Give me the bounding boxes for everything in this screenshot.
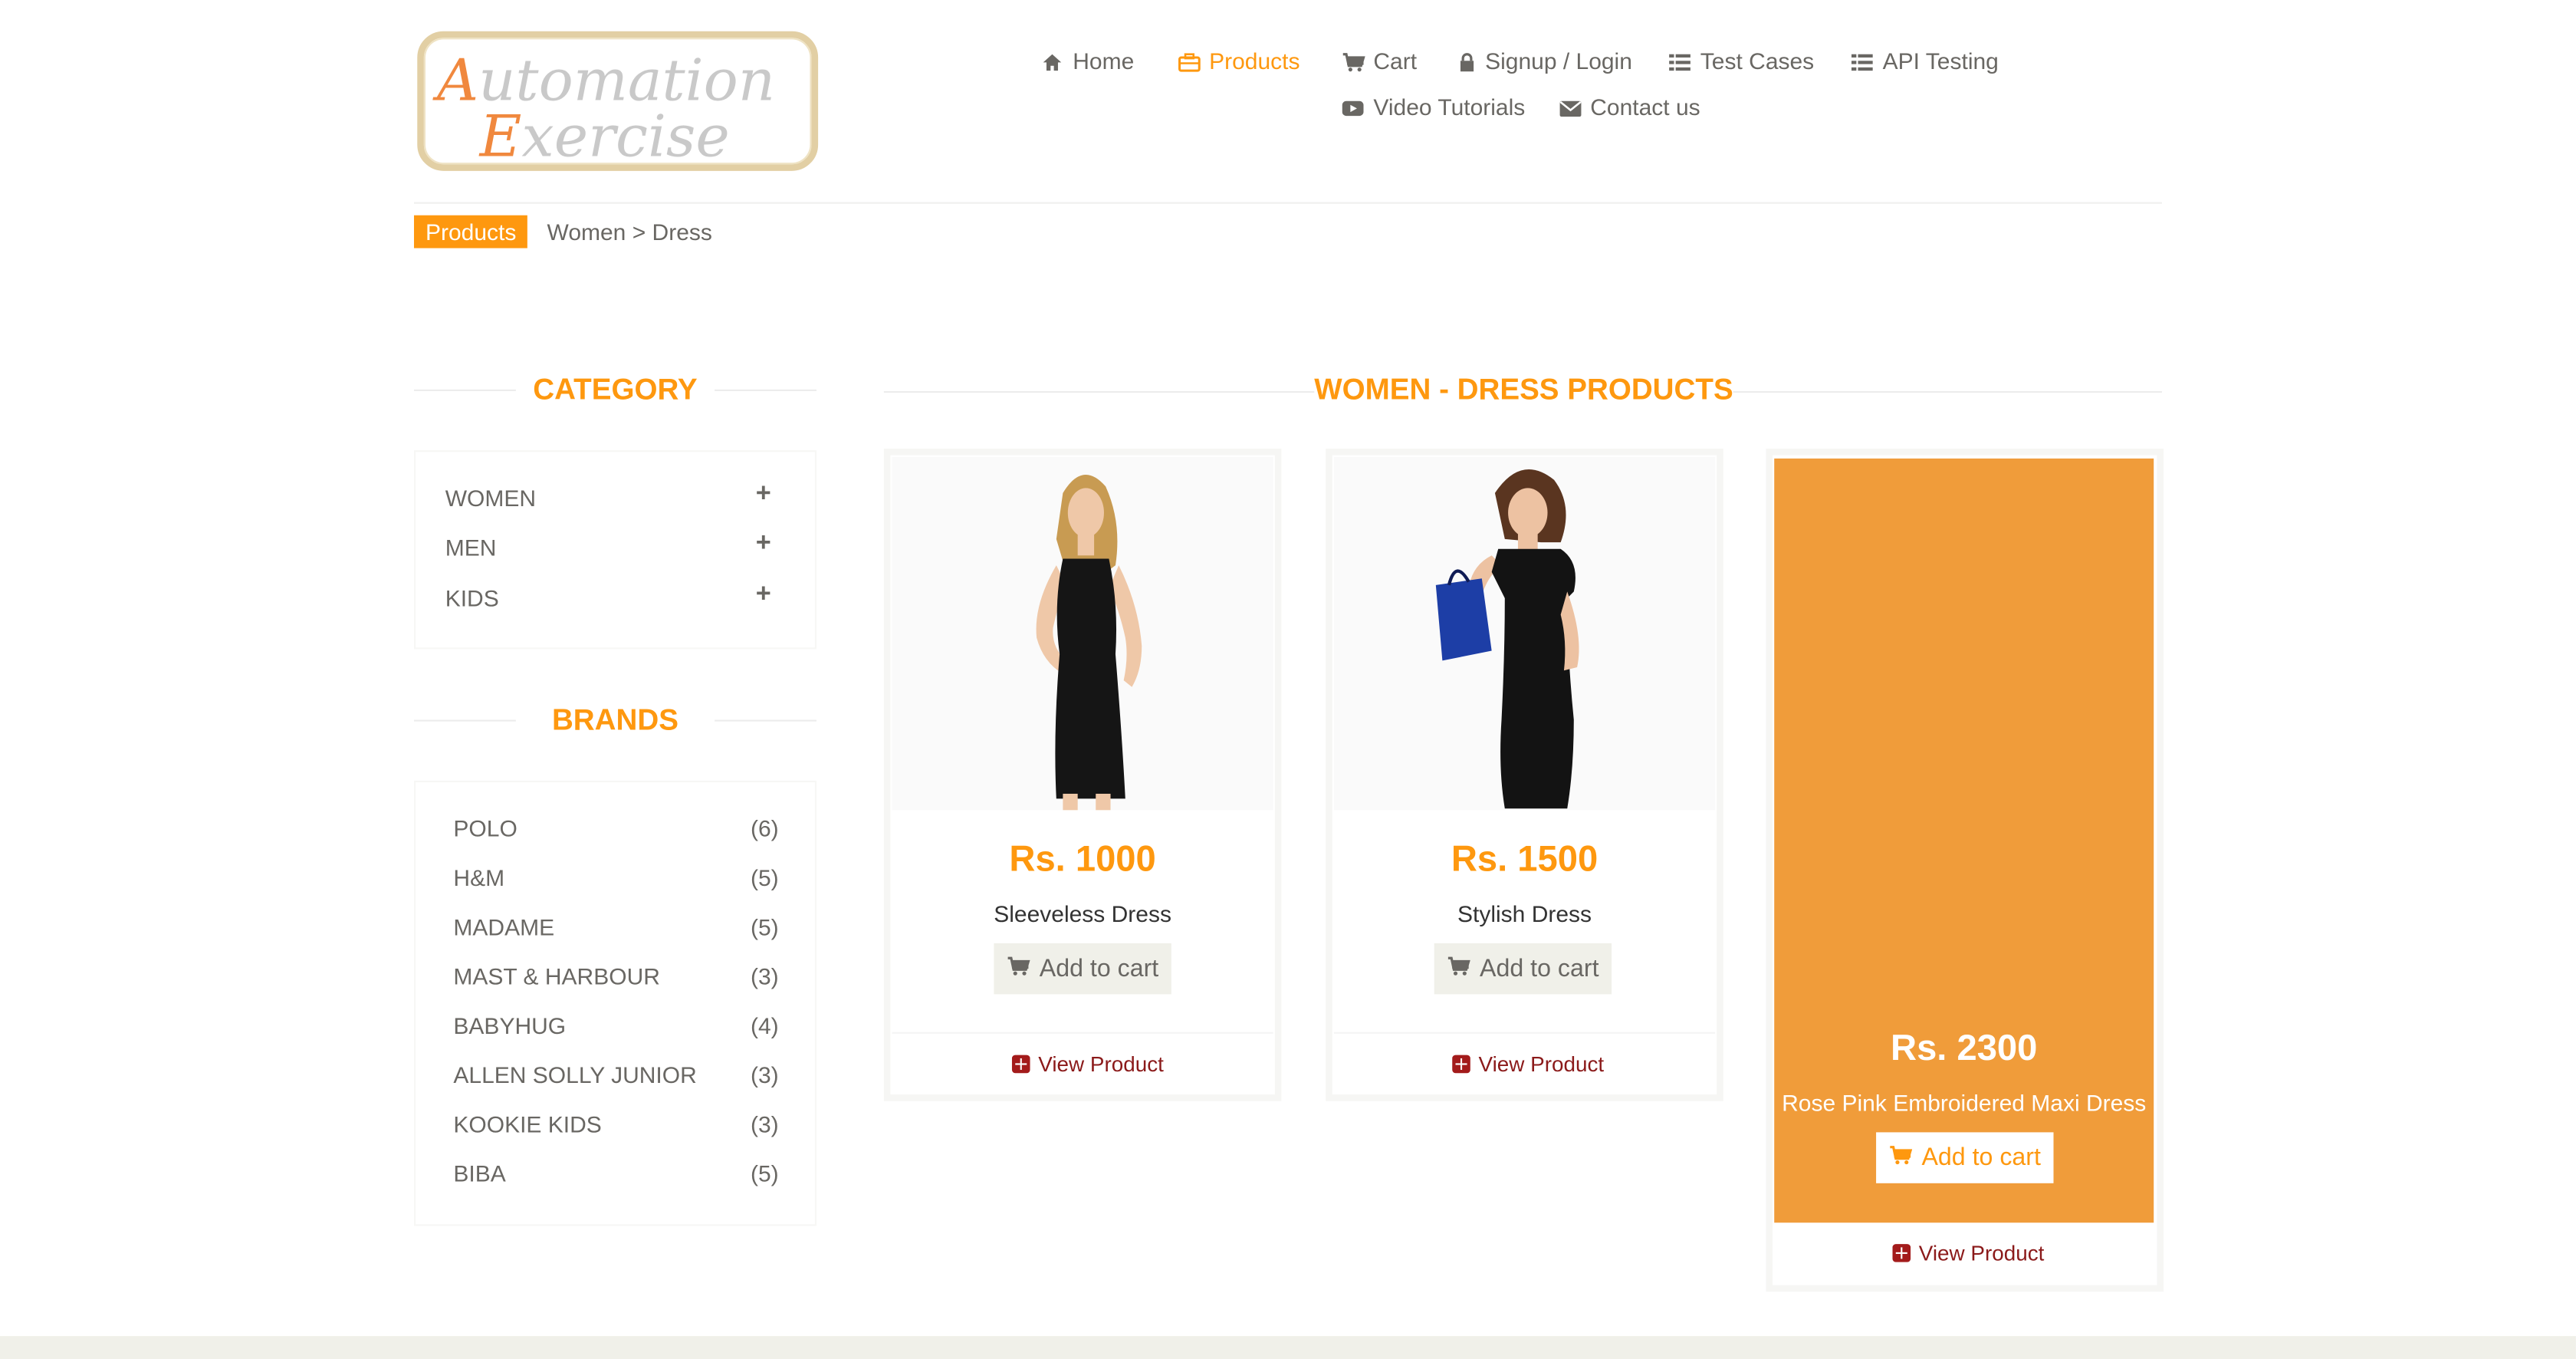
nav-cart[interactable]: Cart: [1342, 48, 1417, 74]
product-name: Sleeveless Dress: [994, 900, 1171, 927]
category-women[interactable]: WOMEN: [445, 485, 536, 511]
product-name: Stylish Dress: [1457, 900, 1592, 927]
brand-item[interactable]: MADAME (5): [453, 913, 778, 939]
briefcase-icon: [1178, 51, 1201, 72]
plus-square-icon: [1452, 1055, 1470, 1074]
brands-title-line-left: [413, 719, 516, 722]
nav-cart-label: Cart: [1373, 48, 1418, 74]
list-icon: [1851, 51, 1873, 71]
category-title-line-left: [413, 389, 516, 391]
brand-item[interactable]: MAST & HARBOUR (3): [453, 963, 778, 989]
view-product-link[interactable]: View Product: [1011, 1051, 1164, 1077]
lock-icon: [1459, 51, 1475, 72]
nav-products-label: Products: [1209, 48, 1300, 74]
view-product-label: View Product: [1478, 1051, 1605, 1077]
nav-video-tutorials[interactable]: Video Tutorials: [1342, 94, 1526, 120]
breadcrumb-current: Women > Dress: [547, 218, 712, 245]
category-title-line-right: [715, 389, 816, 391]
nav-contact[interactable]: Contact us: [1559, 94, 1700, 120]
nav-home-label: Home: [1073, 48, 1135, 74]
main-title-line-left: [883, 390, 1315, 393]
brand-count: (3): [750, 1111, 779, 1137]
nav-signup-label: Signup / Login: [1485, 48, 1632, 74]
nav-api-testing[interactable]: API Testing: [1851, 48, 1999, 74]
home-icon: [1042, 51, 1063, 71]
brand-name: H&M: [453, 864, 505, 891]
product-price: Rs. 2300: [1891, 1027, 2038, 1068]
view-product-link[interactable]: View Product: [1452, 1051, 1605, 1077]
add-to-cart-button[interactable]: Add to cart: [994, 943, 1171, 995]
view-product-label: View Product: [1038, 1051, 1164, 1077]
list-icon: [1669, 51, 1691, 71]
category-men[interactable]: MEN: [445, 534, 497, 560]
add-to-cart-label: Add to cart: [1480, 954, 1599, 983]
nav-video-label: Video Tutorials: [1373, 94, 1526, 120]
category-kids[interactable]: KIDS: [445, 585, 499, 611]
view-product-link[interactable]: View Product: [1892, 1240, 2045, 1265]
add-to-cart-button[interactable]: Add to cart: [1876, 1132, 2054, 1183]
brand-count: (3): [750, 1061, 779, 1088]
product-price: Rs. 1500: [1451, 837, 1598, 880]
brand-count: (5): [750, 864, 779, 891]
plus-square-icon: [1892, 1244, 1911, 1262]
add-to-cart-label: Add to cart: [1921, 1143, 2041, 1172]
nav-home[interactable]: Home: [1042, 48, 1135, 74]
cart-icon: [1889, 1143, 1912, 1171]
card-divider: [1333, 1032, 1716, 1034]
view-product-label: View Product: [1918, 1240, 2045, 1265]
add-to-cart-button[interactable]: Add to cart: [1434, 943, 1612, 995]
brand-item[interactable]: POLO (6): [453, 815, 778, 841]
footer-band: [0, 1336, 2576, 1359]
site-logo[interactable]: Automation Exercise: [417, 31, 819, 171]
nav-contact-label: Contact us: [1590, 94, 1700, 120]
product-image: [892, 456, 1273, 811]
brand-item[interactable]: KOOKIE KIDS (3): [453, 1111, 778, 1137]
plus-icon[interactable]: +: [756, 480, 771, 510]
product-name: Rose Pink Embroidered Maxi Dress: [1782, 1089, 2147, 1116]
breadcrumb-products[interactable]: Products: [413, 215, 528, 248]
brand-count: (4): [750, 1012, 779, 1039]
add-to-cart-label: Add to cart: [1039, 954, 1159, 983]
brand-item[interactable]: ALLEN SOLLY JUNIOR (3): [453, 1061, 778, 1088]
nav-products[interactable]: Products: [1178, 48, 1300, 74]
cart-icon: [1007, 955, 1030, 982]
brand-count: (3): [750, 962, 779, 989]
nav-api-testing-label: API Testing: [1882, 48, 1999, 74]
envelope-icon: [1559, 97, 1582, 117]
brand-item[interactable]: BIBA (5): [453, 1160, 778, 1186]
header-divider: [413, 202, 2162, 204]
brand-name: BABYHUG: [453, 1012, 567, 1039]
brand-item[interactable]: BABYHUG (4): [453, 1012, 778, 1038]
brand-count: (5): [750, 1160, 779, 1187]
brand-name: KOOKIE KIDS: [453, 1111, 602, 1137]
brand-count: (5): [750, 913, 779, 940]
brand-name: POLO: [453, 814, 518, 842]
nav-test-cases-label: Test Cases: [1700, 48, 1815, 74]
category-title: CATEGORY: [533, 373, 698, 406]
plus-square-icon: [1011, 1055, 1030, 1074]
main-title: WOMEN - DRESS PRODUCTS: [1314, 373, 1733, 406]
brands-title: BRANDS: [551, 703, 678, 736]
brands-title-line-right: [715, 719, 816, 722]
brand-name: MAST & HARBOUR: [453, 962, 660, 989]
brands-panel: [413, 780, 816, 1226]
brand-item[interactable]: H&M (5): [453, 864, 778, 890]
youtube-play-icon: [1342, 97, 1364, 117]
cart-icon: [1342, 51, 1365, 72]
brand-name: BIBA: [453, 1160, 506, 1187]
cart-icon: [1447, 955, 1470, 982]
product-price: Rs. 1000: [1009, 837, 1156, 880]
brand-name: MADAME: [453, 913, 555, 940]
card-divider: [892, 1032, 1273, 1034]
nav-test-cases[interactable]: Test Cases: [1669, 48, 1814, 74]
plus-icon[interactable]: +: [756, 580, 771, 610]
plus-icon[interactable]: +: [756, 529, 771, 559]
brand-name: ALLEN SOLLY JUNIOR: [453, 1061, 697, 1088]
nav-signup-login[interactable]: Signup / Login: [1459, 48, 1632, 74]
logo-text-line2: Exercise: [478, 103, 730, 165]
product-image: [1333, 456, 1716, 811]
brand-count: (6): [750, 814, 779, 842]
main-title-line-right: [1733, 390, 2162, 393]
